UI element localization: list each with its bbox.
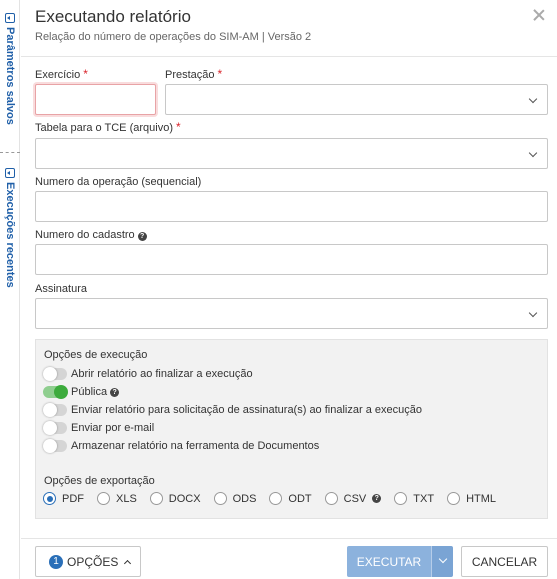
toggle-public[interactable] bbox=[43, 385, 68, 399]
radio-pdf[interactable]: PDF bbox=[43, 492, 84, 505]
radio-xls[interactable]: XLS bbox=[97, 492, 137, 505]
sidebar-divider bbox=[0, 152, 20, 153]
radio-ods[interactable]: ODS bbox=[213, 492, 257, 505]
toggle-open-report-label: Abrir relatório ao finalizar a execução bbox=[71, 368, 253, 380]
exercicio-label: Exercício * bbox=[35, 67, 88, 81]
question-icon[interactable]: ? bbox=[137, 232, 147, 241]
options-panel: Opções de execução Abrir relatório ao fi… bbox=[35, 339, 548, 519]
radio-docx-label: DOCX bbox=[168, 492, 201, 505]
radio-button[interactable] bbox=[269, 492, 283, 505]
question-icon[interactable]: ? bbox=[372, 494, 382, 503]
tab-recent-executions-label: Execuções recentes bbox=[4, 182, 16, 288]
toggle-signature-request[interactable] bbox=[43, 403, 67, 417]
toggle-row-store-docs: Armazenar relatório na ferramenta de Doc… bbox=[43, 439, 320, 453]
chevron-down-icon bbox=[528, 94, 538, 104]
required-mark: * bbox=[217, 67, 223, 81]
tab-saved-parameters[interactable]: Parâmetros salvos bbox=[0, 13, 20, 125]
radio-csv[interactable]: CSV? bbox=[324, 492, 382, 505]
radio-html[interactable]: HTML bbox=[447, 492, 496, 505]
required-mark: * bbox=[175, 120, 181, 134]
radio-button[interactable] bbox=[97, 492, 110, 505]
toggle-send-email-label: Enviar por e-mail bbox=[71, 422, 155, 434]
toggle-signature-request-label: Enviar relatório para solicitação de ass… bbox=[71, 404, 422, 416]
radio-xls-label: XLS bbox=[116, 492, 137, 505]
radio-csv-label: CSV bbox=[343, 492, 367, 505]
required-mark: * bbox=[83, 67, 88, 81]
toggle-row-signature: Enviar relatório para solicitação de ass… bbox=[43, 403, 422, 417]
toggle-row-email: Enviar por e-mail bbox=[43, 421, 155, 435]
radio-odt[interactable]: ODT bbox=[269, 492, 312, 505]
radio-txt[interactable]: TXT bbox=[394, 492, 434, 505]
assinatura-label: Assinatura bbox=[35, 283, 87, 295]
numero-operacao-label: Numero da operação (sequencial) bbox=[35, 176, 202, 188]
radio-pdf-label: PDF bbox=[62, 492, 84, 505]
tabela-select[interactable] bbox=[35, 138, 548, 169]
radio-docx[interactable]: DOCX bbox=[149, 492, 201, 505]
chevron-down-icon bbox=[528, 308, 538, 318]
export-options-title: Opções de exportação bbox=[44, 475, 155, 487]
chevron-up-icon bbox=[124, 559, 132, 567]
tabela-label: Tabela para o TCE (arquivo) * bbox=[35, 120, 181, 134]
options-button-label: OPÇÕES bbox=[67, 554, 119, 569]
radio-button[interactable] bbox=[324, 492, 338, 505]
radio-button[interactable] bbox=[213, 492, 227, 505]
prestacao-select[interactable] bbox=[165, 84, 548, 115]
header-divider bbox=[21, 56, 557, 57]
tab-saved-parameters-label: Parâmetros salvos bbox=[4, 27, 16, 125]
radio-button[interactable] bbox=[149, 492, 163, 505]
radio-txt-label: TXT bbox=[413, 492, 435, 505]
dialog-subtitle: Relação do número de operações do SIM-AM… bbox=[35, 31, 312, 43]
radio-button[interactable] bbox=[43, 492, 56, 505]
radio-ods-label: ODS bbox=[232, 492, 257, 505]
dialog-title: Executando relatório bbox=[35, 7, 191, 26]
options-button[interactable]: 1 OPÇÕES bbox=[35, 546, 141, 577]
side-panel: Parâmetros salvos Execuções recentes bbox=[0, 0, 20, 579]
options-count-badge: 1 bbox=[49, 554, 63, 569]
expand-left-icon bbox=[5, 13, 15, 23]
export-format-group: PDF XLS DOCX ODS ODT CSV? TXT HTML bbox=[43, 492, 509, 505]
numero-cadastro-input[interactable] bbox=[35, 244, 548, 275]
prestacao-label-text: Prestação bbox=[165, 69, 215, 81]
expand-left-icon bbox=[5, 168, 15, 178]
chevron-down-icon bbox=[528, 148, 538, 158]
footer-divider bbox=[21, 538, 557, 539]
toggle-store-documents-label: Armazenar relatório na ferramenta de Doc… bbox=[71, 440, 320, 452]
close-icon[interactable] bbox=[532, 8, 546, 22]
tab-recent-executions[interactable]: Execuções recentes bbox=[0, 168, 20, 288]
toggle-public-label: Pública bbox=[71, 386, 108, 398]
tabela-label-text: Tabela para o TCE (arquivo) bbox=[35, 122, 173, 134]
exercicio-label-text: Exercício bbox=[35, 69, 81, 81]
radio-button[interactable] bbox=[447, 492, 461, 505]
numero-cadastro-label-text: Numero do cadastro bbox=[35, 229, 135, 241]
numero-cadastro-label: Numero do cadastro? bbox=[35, 229, 147, 241]
toggle-open-report[interactable] bbox=[43, 367, 67, 381]
exercicio-input[interactable] bbox=[35, 84, 156, 115]
execution-options-title: Opções de execução bbox=[44, 349, 148, 361]
toggle-send-email[interactable] bbox=[43, 421, 67, 435]
toggle-row-open-report: Abrir relatório ao finalizar a execução bbox=[43, 367, 253, 381]
prestacao-label: Prestação * bbox=[165, 67, 222, 81]
numero-operacao-input[interactable] bbox=[35, 191, 548, 222]
radio-html-label: HTML bbox=[466, 492, 497, 505]
toggle-row-public: Pública? bbox=[43, 385, 120, 399]
cancel-button[interactable]: CANCELAR bbox=[461, 546, 548, 577]
question-icon[interactable]: ? bbox=[110, 387, 120, 397]
execute-button[interactable]: EXECUTAR bbox=[347, 546, 431, 577]
assinatura-select[interactable] bbox=[35, 298, 548, 329]
radio-button[interactable] bbox=[394, 492, 408, 505]
execute-dropdown-button[interactable] bbox=[431, 546, 453, 577]
radio-odt-label: ODT bbox=[288, 492, 312, 505]
toggle-store-documents[interactable] bbox=[43, 439, 67, 453]
